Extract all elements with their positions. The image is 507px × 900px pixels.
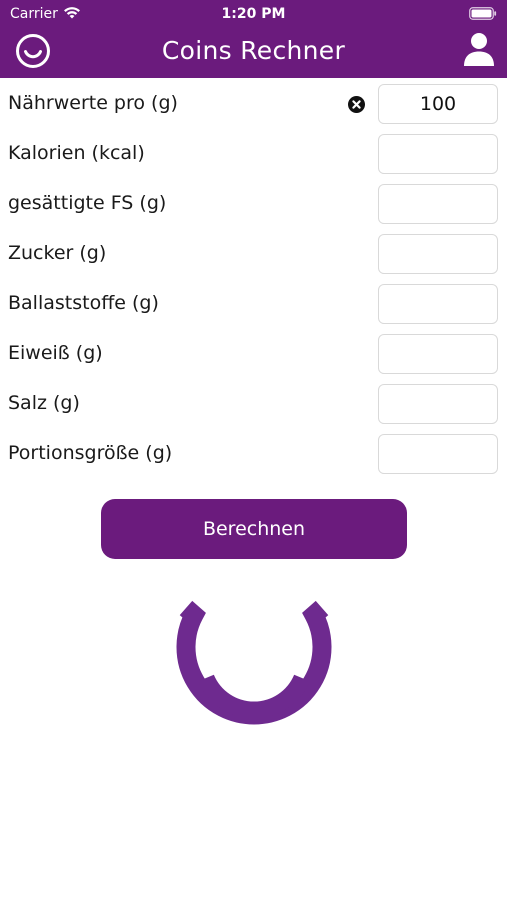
label-fiber: Ballaststoffe (g) xyxy=(8,292,159,314)
brand-logo-icon xyxy=(176,600,332,725)
form-row-saturated-fat: gesättigte FS (g) xyxy=(0,180,507,230)
portion-size-input[interactable] xyxy=(378,434,498,474)
form-row-salt: Salz (g) xyxy=(0,380,507,430)
label-calories: Kalorien (kcal) xyxy=(8,142,145,164)
form-row-fiber: Ballaststoffe (g) xyxy=(0,280,507,330)
protein-input[interactable] xyxy=(378,334,498,374)
battery-icon xyxy=(469,7,497,20)
form-row-per-grams: Nährwerte pro (g) xyxy=(0,80,507,130)
form-row-calories: Kalorien (kcal) xyxy=(0,130,507,180)
clear-icon[interactable] xyxy=(348,96,365,113)
label-portion-size: Portionsgröße (g) xyxy=(8,442,173,464)
page-title: Coins Rechner xyxy=(161,36,346,65)
form-row-sugar: Zucker (g) xyxy=(0,230,507,280)
calculate-button[interactable]: Berechnen xyxy=(101,499,407,559)
fiber-input[interactable] xyxy=(378,284,498,324)
saturated-fat-input[interactable] xyxy=(378,184,498,224)
per-grams-input[interactable] xyxy=(378,84,498,124)
label-sugar: Zucker (g) xyxy=(8,242,107,264)
status-bar: Carrier 1:20 PM xyxy=(0,0,507,28)
salt-input[interactable] xyxy=(378,384,498,424)
label-salt: Salz (g) xyxy=(8,392,80,414)
label-saturated-fat: gesättigte FS (g) xyxy=(8,192,167,214)
form-row-protein: Eiweiß (g) xyxy=(0,330,507,380)
label-protein: Eiweiß (g) xyxy=(8,342,103,364)
sugar-input[interactable] xyxy=(378,234,498,274)
label-per-grams: Nährwerte pro (g) xyxy=(8,92,178,114)
top-bar: Carrier 1:20 PM Coins Rechner xyxy=(0,0,507,78)
clock: 1:20 PM xyxy=(221,6,286,22)
form-row-portion-size: Portionsgröße (g) xyxy=(0,430,507,480)
app-root: Carrier 1:20 PM Coins Rechner Nährwerte … xyxy=(0,0,507,900)
calories-input[interactable] xyxy=(378,134,498,174)
nav-bar: Coins Rechner xyxy=(0,28,507,78)
user-icon[interactable] xyxy=(463,31,495,67)
